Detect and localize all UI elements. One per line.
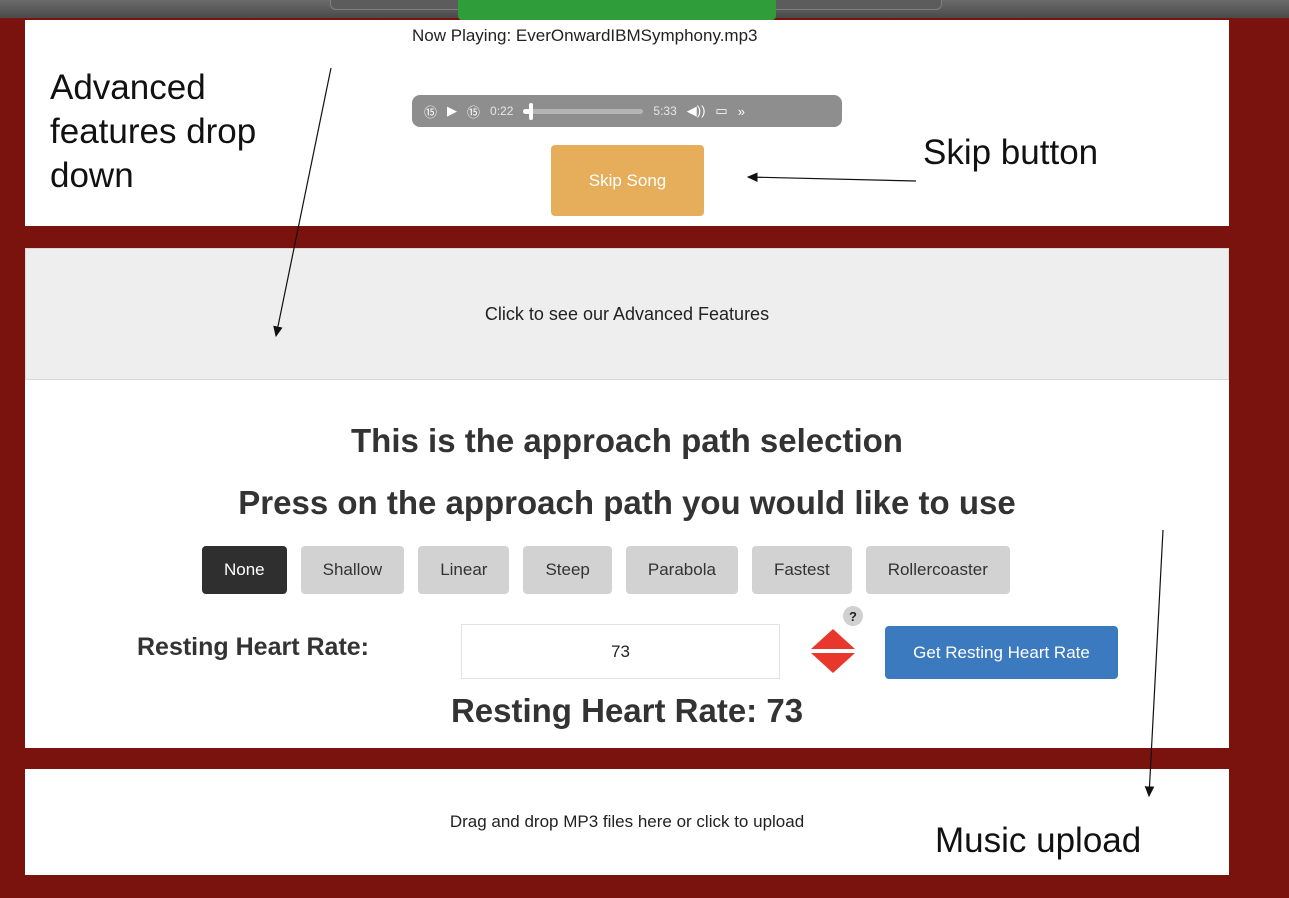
- path-button-shallow[interactable]: Shallow: [300, 546, 405, 594]
- increment-arrow-icon[interactable]: [811, 629, 855, 649]
- approach-title: This is the approach path selection: [351, 422, 903, 459]
- duration-time: 5:33: [653, 104, 677, 118]
- approach-path-buttons: None Shallow Linear Steep Parabola Faste…: [202, 546, 1010, 594]
- path-button-parabola[interactable]: Parabola: [625, 546, 738, 594]
- annotation-music-upload: Music upload: [935, 821, 1142, 860]
- decrement-arrow-icon[interactable]: [811, 653, 855, 673]
- green-progress-bar: [458, 0, 776, 20]
- current-time: 0:22: [490, 104, 514, 118]
- seek-slider[interactable]: [523, 102, 644, 120]
- resting-heart-rate-label: Resting Heart Rate:: [137, 633, 369, 661]
- path-button-none[interactable]: None: [202, 546, 287, 594]
- browser-top-bar: [0, 0, 1289, 20]
- path-button-fastest[interactable]: Fastest: [751, 546, 852, 594]
- path-button-linear[interactable]: Linear: [418, 546, 510, 594]
- resting-heart-rate-display: Resting Heart Rate: 73: [450, 692, 804, 729]
- seek-thumb[interactable]: [529, 102, 534, 120]
- skip-forward-15-icon[interactable]: ⑮: [467, 102, 480, 121]
- path-button-rollercoaster[interactable]: Rollercoaster: [865, 546, 1010, 594]
- skip-song-button[interactable]: Skip Song: [551, 145, 704, 216]
- help-icon[interactable]: ?: [843, 606, 863, 626]
- skip-back-15-icon[interactable]: ⑮: [424, 102, 437, 121]
- approach-subtitle: Press on the approach path you would lik…: [238, 484, 1016, 521]
- path-button-steep[interactable]: Steep: [523, 546, 612, 594]
- airplay-icon[interactable]: ▭: [715, 103, 727, 119]
- advanced-features-label: Click to see our Advanced Features: [484, 303, 770, 324]
- now-playing-text: Now Playing: EverOnwardIBMSymphony.mp3: [412, 26, 758, 45]
- resting-heart-rate-input[interactable]: [461, 624, 780, 679]
- upload-label: Drag and drop MP3 files here or click to…: [449, 812, 805, 831]
- advanced-features-toggle[interactable]: Click to see our Advanced Features: [25, 248, 1229, 380]
- get-resting-heart-rate-button[interactable]: Get Resting Heart Rate: [885, 626, 1118, 679]
- annotation-skip-button: Skip button: [923, 133, 1099, 172]
- heart-rate-stepper[interactable]: [808, 626, 858, 676]
- volume-icon[interactable]: ◀)): [687, 103, 706, 119]
- annotation-advanced-features: Advanced features drop down: [50, 68, 257, 195]
- play-icon[interactable]: ▶: [447, 103, 457, 119]
- audio-player[interactable]: ⑮ ▶ ⑮ 0:22 5:33 ◀)) ▭ »: [412, 95, 842, 127]
- more-options-icon[interactable]: »: [738, 104, 745, 119]
